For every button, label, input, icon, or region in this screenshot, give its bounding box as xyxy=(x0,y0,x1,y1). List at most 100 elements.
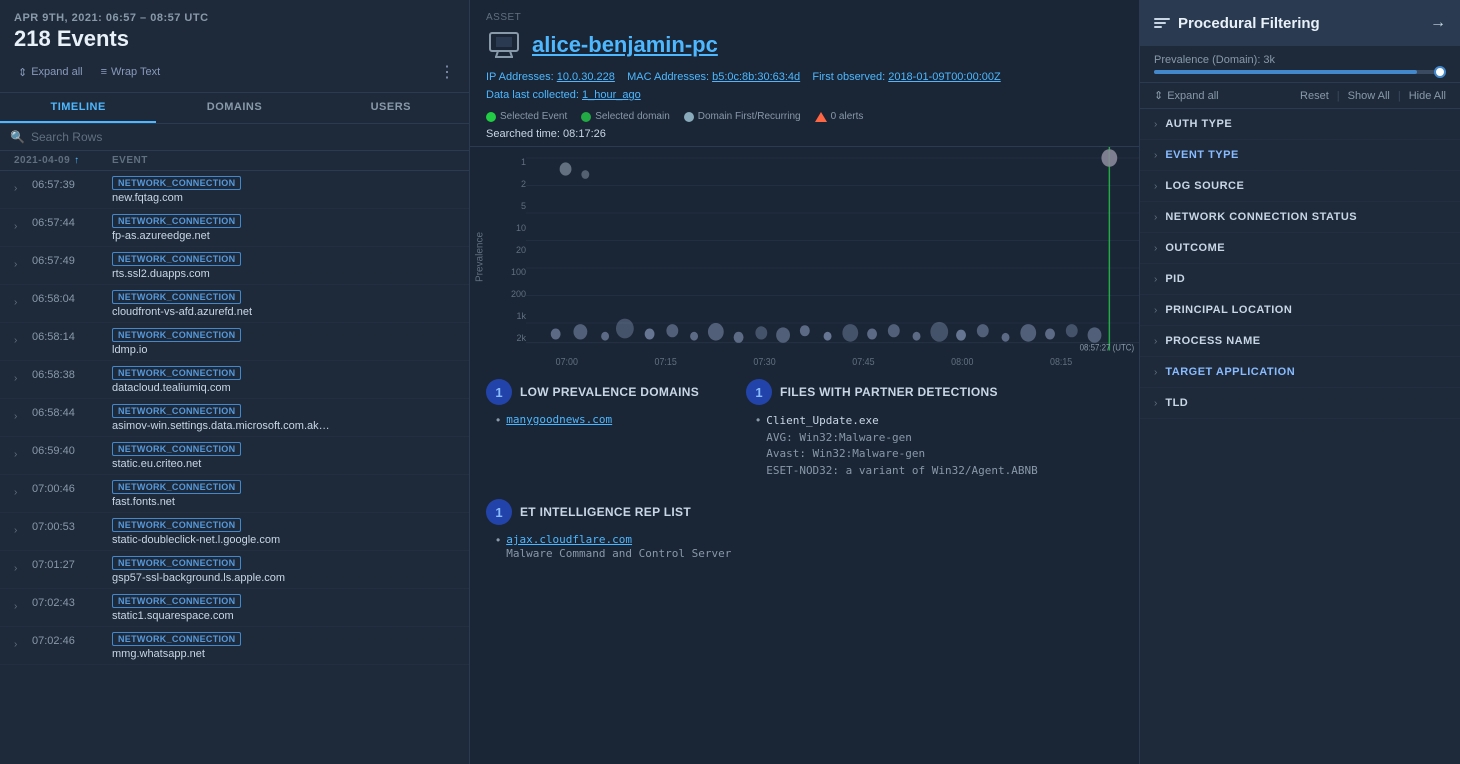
filter-item-label: PRINCIPAL LOCATION xyxy=(1165,304,1292,316)
filter-icon xyxy=(1154,18,1170,28)
row-chevron: › xyxy=(14,297,24,308)
list-item[interactable]: › 07:02:46 NETWORK_CONNECTION mmg.whatsa… xyxy=(0,627,469,665)
event-badge: NETWORK_CONNECTION xyxy=(112,480,241,494)
insight-header: 1 ET INTELLIGENCE REP LIST xyxy=(486,499,731,525)
list-item[interactable]: › 06:59:40 NETWORK_CONNECTION static.eu.… xyxy=(0,437,469,475)
insight-item: • manygoodnews.com xyxy=(496,413,726,427)
expand-all-icon: ⇕ xyxy=(18,66,27,79)
computer-icon xyxy=(486,27,522,63)
list-item[interactable]: › 06:57:39 NETWORK_CONNECTION new.fqtag.… xyxy=(0,171,469,209)
reset-button[interactable]: Reset xyxy=(1300,90,1329,102)
event-badge: NETWORK_CONNECTION xyxy=(112,518,241,532)
list-item[interactable]: › 06:57:44 NETWORK_CONNECTION fp-as.azur… xyxy=(0,209,469,247)
mac-address[interactable]: b5:0c:8b:30:63:4d xyxy=(712,71,800,83)
first-observed-value[interactable]: 2018-01-09T00:00:00Z xyxy=(888,71,1001,83)
asset-meta: IP Addresses: 10.0.30.228 MAC Addresses:… xyxy=(486,71,1123,83)
tab-timeline[interactable]: TIMELINE xyxy=(0,93,156,123)
asset-name-row: alice-benjamin-pc xyxy=(486,27,1123,63)
search-input[interactable] xyxy=(31,130,459,144)
insight-domain[interactable]: manygoodnews.com xyxy=(506,413,612,426)
chart-main: 07:00 07:15 07:30 07:45 08:00 08:15 08:5… xyxy=(526,147,1139,367)
filter-item[interactable]: › TARGET APPLICATION xyxy=(1140,357,1460,388)
event-badge: NETWORK_CONNECTION xyxy=(112,214,241,228)
expand-all-button[interactable]: ⇕ Expand all xyxy=(14,64,87,81)
filter-item[interactable]: › EVENT TYPE xyxy=(1140,140,1460,171)
hide-all-button[interactable]: Hide All xyxy=(1409,90,1446,102)
event-content: NETWORK_CONNECTION fp-as.azureedge.net xyxy=(112,213,461,242)
list-item[interactable]: › 06:58:04 NETWORK_CONNECTION cloudfront… xyxy=(0,285,469,323)
event-domain: fast.fonts.net xyxy=(112,496,372,508)
wrap-text-label: Wrap Text xyxy=(111,66,160,78)
list-item[interactable]: › 07:01:27 NETWORK_CONNECTION gsp57-ssl-… xyxy=(0,551,469,589)
event-content: NETWORK_CONNECTION datacloud.tealiumiq.c… xyxy=(112,365,461,394)
bullet-icon: • xyxy=(496,413,500,427)
legend-selected-domain: Selected domain xyxy=(581,111,670,122)
list-item[interactable]: › 07:00:53 NETWORK_CONNECTION static-dou… xyxy=(0,513,469,551)
right-panel: Procedural Filtering → Prevalence (Domai… xyxy=(1140,0,1460,764)
asset-label: ASSET xyxy=(486,12,1123,23)
list-item[interactable]: › 06:58:38 NETWORK_CONNECTION datacloud.… xyxy=(0,361,469,399)
filter-item[interactable]: › PID xyxy=(1140,264,1460,295)
chart-y-axis: 1 2 5 10 20 100 200 1k 2k xyxy=(490,147,526,367)
expand-all-filter-button[interactable]: ⇕ Expand all xyxy=(1154,89,1219,102)
event-time: 06:59:40 xyxy=(32,441,104,457)
tab-users[interactable]: USERS xyxy=(313,93,469,123)
event-content: NETWORK_CONNECTION asimov-win.settings.d… xyxy=(112,403,461,432)
asset-name[interactable]: alice-benjamin-pc xyxy=(532,32,718,58)
expand-all-filter-icon: ⇕ xyxy=(1154,89,1163,102)
data-collected-time[interactable]: 1_hour_ago xyxy=(582,89,641,101)
filter-item[interactable]: › NETWORK CONNECTION STATUS xyxy=(1140,202,1460,233)
slider-fill xyxy=(1154,70,1417,74)
svg-text:07:30: 07:30 xyxy=(753,355,775,367)
tab-domains[interactable]: DOMAINS xyxy=(156,93,312,123)
event-domain: static-doubleclick-net.l.google.com xyxy=(112,534,372,546)
prevalence-slider[interactable] xyxy=(1154,70,1446,74)
insight-header: 1 FILES WITH PARTNER DETECTIONS xyxy=(746,379,1038,405)
sort-arrow-icon: ↑ xyxy=(74,155,80,166)
event-content: NETWORK_CONNECTION static.eu.criteo.net xyxy=(112,441,461,470)
legend-alerts: 0 alerts xyxy=(815,111,864,122)
left-panel: APR 9TH, 2021: 06:57 – 08:57 UTC 218 Eve… xyxy=(0,0,470,764)
right-header: Procedural Filtering → xyxy=(1140,0,1460,46)
slider-thumb xyxy=(1434,66,1446,78)
collapse-panel-button[interactable]: → xyxy=(1430,14,1446,32)
show-all-button[interactable]: Show All xyxy=(1348,90,1390,102)
event-time: 06:57:44 xyxy=(32,213,104,229)
wrap-text-button[interactable]: ≡ Wrap Text xyxy=(97,64,165,80)
list-item[interactable]: › 06:58:44 NETWORK_CONNECTION asimov-win… xyxy=(0,399,469,437)
event-content: NETWORK_CONNECTION cloudfront-vs-afd.azu… xyxy=(112,289,461,318)
insight-detections: AVG: Win32:Malware-genAvast: Win32:Malwa… xyxy=(766,430,1038,480)
filter-item-label: NETWORK CONNECTION STATUS xyxy=(1165,211,1357,223)
date-range: APR 9TH, 2021: 06:57 – 08:57 UTC xyxy=(14,12,455,24)
insight-item: • ajax.cloudflare.com Malware Command an… xyxy=(496,533,731,563)
filter-item[interactable]: › PROCESS NAME xyxy=(1140,326,1460,357)
insight-detail: Malware Command and Control Server xyxy=(506,546,731,563)
event-badge: NETWORK_CONNECTION xyxy=(112,404,241,418)
list-item[interactable]: › 06:57:49 NETWORK_CONNECTION rts.ssl2.d… xyxy=(0,247,469,285)
expand-all-label: Expand all xyxy=(31,66,82,78)
legend-row: Selected Event Selected domain Domain Fi… xyxy=(486,107,1123,128)
list-item[interactable]: › 07:02:43 NETWORK_CONNECTION static1.sq… xyxy=(0,589,469,627)
insight-count: 1 xyxy=(486,499,512,525)
insight-domain[interactable]: ajax.cloudflare.com xyxy=(506,533,731,546)
filter-item[interactable]: › OUTCOME xyxy=(1140,233,1460,264)
date-col-label: 2021-04-09 xyxy=(14,155,70,166)
more-options-button[interactable]: ⋮ xyxy=(439,62,455,82)
filter-item[interactable]: › PRINCIPAL LOCATION xyxy=(1140,295,1460,326)
event-domain: static1.squarespace.com xyxy=(112,610,372,622)
list-item[interactable]: › 06:58:14 NETWORK_CONNECTION ldmp.io xyxy=(0,323,469,361)
tabs: TIMELINE DOMAINS USERS xyxy=(0,93,469,124)
filter-item-label: LOG SOURCE xyxy=(1165,180,1244,192)
bullet-icon: • xyxy=(756,413,760,427)
filter-item[interactable]: › LOG SOURCE xyxy=(1140,171,1460,202)
list-item[interactable]: › 07:00:46 NETWORK_CONNECTION fast.fonts… xyxy=(0,475,469,513)
row-chevron: › xyxy=(14,525,24,536)
domain-recurring-dot xyxy=(684,112,694,122)
expand-controls: ⇕ Expand all Reset | Show All | Hide All xyxy=(1140,83,1460,109)
filter-item[interactable]: › AUTH TYPE xyxy=(1140,109,1460,140)
filter-item[interactable]: › TLD xyxy=(1140,388,1460,419)
ip-address[interactable]: 10.0.30.228 xyxy=(557,71,615,83)
filter-item-chevron: › xyxy=(1154,119,1157,130)
event-badge: NETWORK_CONNECTION xyxy=(112,594,241,608)
insight-card: 1 FILES WITH PARTNER DETECTIONS • Client… xyxy=(746,379,1038,479)
